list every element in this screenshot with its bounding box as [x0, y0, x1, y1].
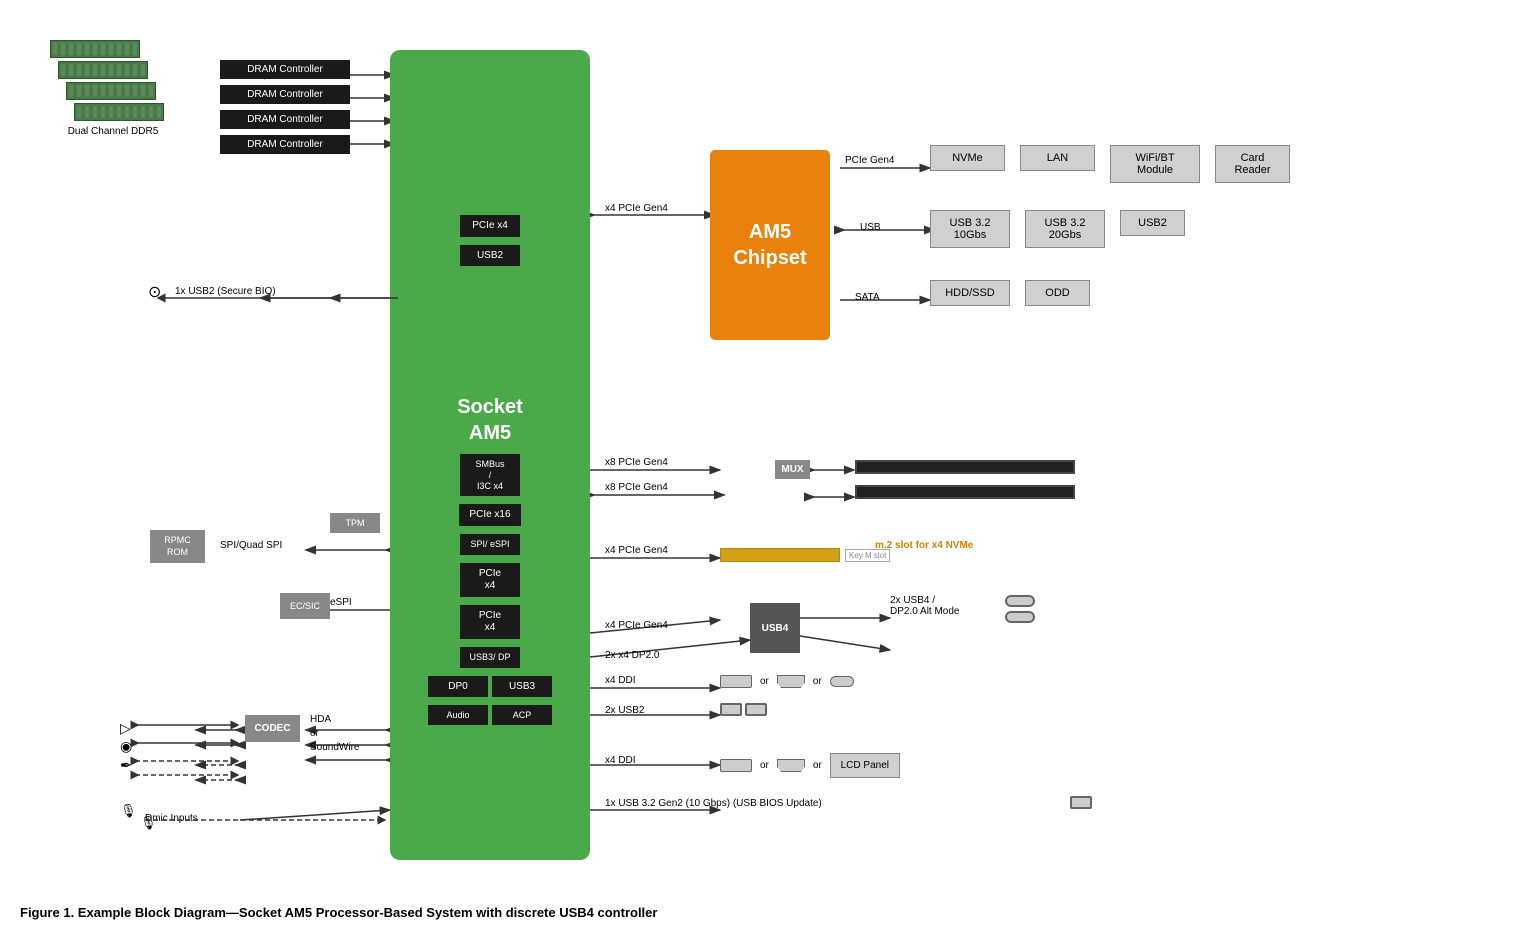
figure-caption: Figure 1. Example Block Diagram—Socket A…	[20, 905, 1516, 920]
codec-chip: CODEC	[245, 715, 300, 742]
pcie-x4-top-chip: PCIe x4	[460, 215, 520, 237]
usb3-dp-chip: USB3/ DP	[460, 647, 520, 668]
am5-chipset: AM5 Chipset	[710, 150, 830, 340]
x4-pcie-gen4-usb4-label: x4 PCIe Gen4	[605, 620, 668, 631]
wifi-bt-box: WiFi/BTModule	[1110, 145, 1200, 183]
ram-modules: Dual Channel DDR5	[50, 40, 164, 137]
spi-espi-chip: SPI/ eSPI	[460, 534, 520, 555]
x8-pcie-gen4-1-label: x8 PCIe Gen4	[605, 457, 668, 468]
dram-controllers: DRAM Controller DRAM Controller DRAM Con…	[220, 60, 350, 157]
block-diagram: Dual Channel DDR5 DRAM Controller DRAM C…	[20, 20, 1516, 900]
usba-conn-2	[745, 703, 767, 716]
dram-ctrl-4: DRAM Controller	[220, 135, 350, 154]
dram-label: Dual Channel DDR5	[62, 126, 164, 137]
sata-label: SATA	[855, 292, 880, 303]
hdd-ssd-box: HDD/SSD	[930, 280, 1010, 306]
rpmc-rom-chip: RPMCROM	[150, 530, 205, 563]
usb32-10-box: USB 3.210Gbs	[930, 210, 1010, 248]
m2-slot-area: Key M slot	[720, 548, 890, 562]
usb-label: USB	[860, 222, 881, 233]
user-icon: ⊙	[148, 282, 161, 302]
smbus-chip: SMBus/I3C x4	[460, 454, 520, 496]
x4-ddi-1-label: x4 DDI	[605, 675, 636, 686]
dp0-ddi-label: x4 DDI	[605, 755, 636, 766]
dp-connector-1	[720, 675, 752, 688]
hdmi-connector-2	[777, 759, 805, 772]
tpm-chip: TPM	[330, 513, 380, 533]
pcie-slot-1	[855, 460, 1075, 474]
odd-box: ODD	[1025, 280, 1090, 306]
pcie-x4-usb4-chip: PCIex4	[460, 605, 520, 639]
socket-am5-block: PCIe x4 USB2 SocketAM5 SMBus/I3C x4 PCIe…	[390, 50, 590, 860]
usb2-connectors	[720, 703, 767, 716]
spi-quad-label: SPI/Quad SPI	[220, 540, 282, 551]
usbc-connector-1	[830, 676, 854, 687]
usb3-bottom-chip: USB3	[492, 676, 552, 697]
mux-box: MUX	[775, 460, 810, 479]
lan-box: LAN	[1020, 145, 1095, 171]
pcie-gen4-label: PCIe Gen4	[845, 155, 894, 166]
m2-slot-label: m.2 slot for x4 NVMe	[875, 540, 973, 551]
dram-ctrl-1: DRAM Controller	[220, 60, 350, 79]
usb4-chip: USB4	[750, 603, 800, 653]
audio-in-icon: ◉	[120, 738, 132, 755]
dp0-chip: DP0	[428, 676, 488, 697]
x8-pcie-gen4-2-label: x8 PCIe Gen4	[605, 482, 668, 493]
dp20-label: 2x x4 DP2.0	[605, 650, 659, 661]
usb4-alt-mode-label: 2x USB4 /DP2.0 Alt Mode	[890, 595, 959, 617]
usb32-20-box: USB 3.220Gbs	[1025, 210, 1105, 248]
m2-slot	[720, 548, 840, 562]
pcie-x4-m2-chip: PCIex4	[460, 563, 520, 597]
espi-label: eSPI	[330, 597, 352, 608]
card-reader-box: CardReader	[1215, 145, 1290, 183]
ddi-connectors-1: or or	[720, 675, 854, 688]
usba-conn-1	[720, 703, 742, 716]
usb-bios-connector	[1070, 796, 1092, 809]
dp-connector-2	[720, 759, 752, 772]
usbc-conn-1	[1005, 595, 1035, 623]
usb2-secure-label: 1x USB2 (Secure BIO)	[175, 286, 276, 297]
dram-ctrl-2: DRAM Controller	[220, 85, 350, 104]
usb2-box: USB2	[1120, 210, 1185, 236]
dram-ctrl-3: DRAM Controller	[220, 110, 350, 129]
hdmi-connector-1	[777, 675, 805, 688]
ec-sic-chip: EC/SIC	[280, 593, 330, 619]
x4-pcie-gen4-m2-label: x4 PCIe Gen4	[605, 545, 668, 556]
pcie-x16-chip: PCIe x16	[459, 504, 520, 526]
usb2-top-chip: USB2	[460, 245, 520, 266]
audio-chip: Audio	[428, 705, 488, 725]
ddi-connectors-2: or or LCD Panel	[720, 753, 900, 778]
nvme-box: NVMe	[930, 145, 1005, 171]
x4-pcie-gen4-top-label: x4 PCIe Gen4	[605, 203, 668, 214]
speaker-icon: ▷	[120, 720, 131, 737]
pen-icon: ✒	[120, 757, 132, 774]
acp-chip: ACP	[492, 705, 552, 725]
mic-icon-1: 🎙	[120, 803, 137, 819]
hda-soundwire-label: HDAorSoundWire	[310, 713, 359, 755]
mic-icon-2: 🎙	[140, 815, 157, 831]
socket-label: SocketAM5	[457, 394, 523, 446]
pcie-slot-2	[855, 485, 1075, 499]
usb-bios-update-label: 1x USB 3.2 Gen2 (10 Gbps) (USB BIOS Upda…	[605, 798, 822, 809]
lcd-panel-box: LCD Panel	[830, 753, 900, 778]
x2-usb2-label: 2x USB2	[605, 705, 644, 716]
